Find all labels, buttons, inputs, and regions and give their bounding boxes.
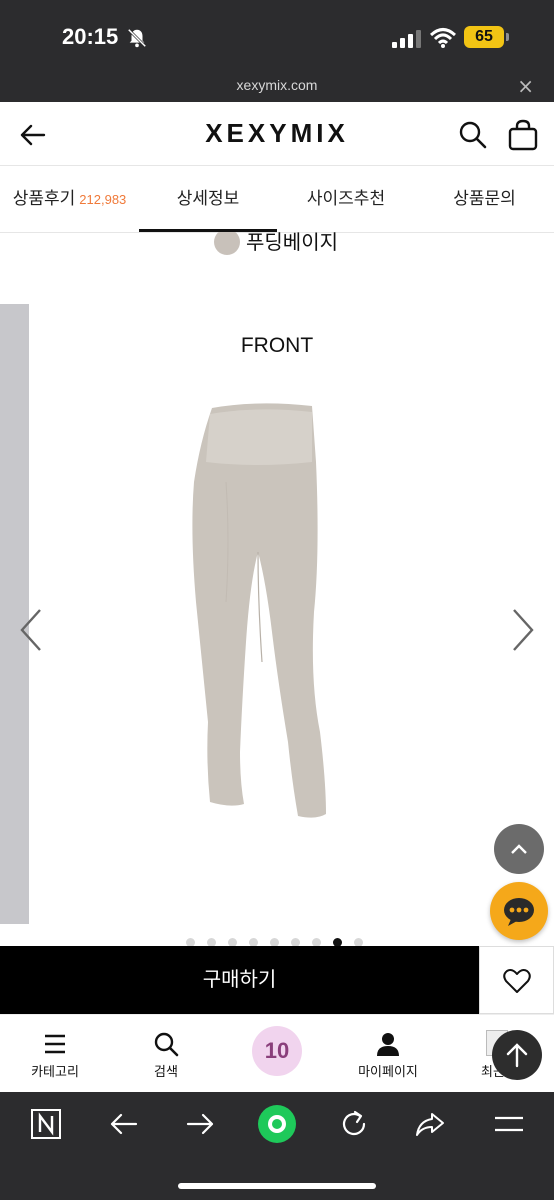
promo-10-badge[interactable]: 10 xyxy=(252,1026,302,1076)
product-tabs: 상품후기 212,983 상세정보 사이즈추천 상품문의 xyxy=(0,167,554,233)
cellular-signal-icon xyxy=(392,30,421,48)
wifi-icon xyxy=(430,28,456,48)
tab-details[interactable]: 상세정보 xyxy=(139,167,277,233)
silent-bell-icon xyxy=(127,28,147,48)
review-count: 212,983 xyxy=(79,192,127,207)
nav-category[interactable]: 카테고리 xyxy=(0,1015,110,1093)
green-dot-icon[interactable] xyxy=(257,1104,297,1144)
search-icon[interactable] xyxy=(458,120,488,150)
menu-icon xyxy=(45,1034,65,1054)
carousel-prev-icon[interactable] xyxy=(16,606,46,654)
tab-reviews[interactable]: 상품후기 212,983 xyxy=(0,167,139,233)
nav-label: 마이페이지 xyxy=(358,1065,418,1080)
status-bar: 20:15 65 xyxy=(0,0,554,72)
buy-button[interactable]: 구매하기 xyxy=(0,946,479,1014)
url-text[interactable]: xexymix.com xyxy=(0,77,554,93)
color-swatch xyxy=(214,229,240,255)
menu-icon[interactable] xyxy=(493,1108,525,1140)
nav-label: 검색 xyxy=(154,1065,178,1080)
screen: 20:15 65 xexymix.com × XEXYMIX 상품후기 212,… xyxy=(0,0,554,1200)
forward-arrow-icon[interactable] xyxy=(184,1108,216,1140)
battery-indicator: 65 xyxy=(464,26,509,48)
chat-button[interactable] xyxy=(490,882,548,940)
tab-label: 상품문의 xyxy=(453,189,516,209)
chat-bubble-icon xyxy=(504,898,534,926)
tab-inquiry[interactable]: 상품문의 xyxy=(415,167,554,233)
heart-icon xyxy=(503,969,531,993)
search-icon xyxy=(154,1032,179,1057)
tab-label: 상품후기 xyxy=(12,189,76,209)
tab-size-recommend[interactable]: 사이즈추천 xyxy=(277,167,415,233)
purchase-bar: 구매하기 xyxy=(0,946,554,1014)
nav-mypage[interactable]: 마이페이지 xyxy=(333,1015,443,1093)
naver-home-icon[interactable] xyxy=(30,1108,62,1140)
tab-label: 사이즈추천 xyxy=(306,189,386,209)
tab-label: 상세정보 xyxy=(176,189,240,209)
back-arrow-icon[interactable] xyxy=(108,1108,140,1140)
close-icon[interactable]: × xyxy=(517,74,534,98)
shopping-bag-icon[interactable] xyxy=(506,118,540,152)
nav-search[interactable]: 검색 xyxy=(111,1015,221,1093)
user-icon xyxy=(377,1033,399,1056)
product-image-leggings xyxy=(192,403,326,818)
scroll-up-button[interactable] xyxy=(494,824,544,874)
clock: 20:15 xyxy=(62,24,119,49)
scroll-to-top-button[interactable] xyxy=(492,1030,542,1080)
carousel-next-icon[interactable] xyxy=(508,606,538,654)
chevron-up-icon xyxy=(511,844,527,854)
home-indicator xyxy=(178,1183,376,1189)
wishlist-button[interactable] xyxy=(479,946,554,1014)
nav-label: 카테고리 xyxy=(31,1065,79,1080)
refresh-icon[interactable] xyxy=(338,1108,370,1140)
site-header: XEXYMIX xyxy=(0,102,554,166)
share-icon[interactable] xyxy=(414,1108,446,1140)
active-tab-indicator xyxy=(139,229,277,232)
image-caption: FRONT xyxy=(240,334,314,357)
arrow-up-icon xyxy=(506,1043,528,1068)
browser-url-bar[interactable]: xexymix.com × xyxy=(0,72,554,102)
